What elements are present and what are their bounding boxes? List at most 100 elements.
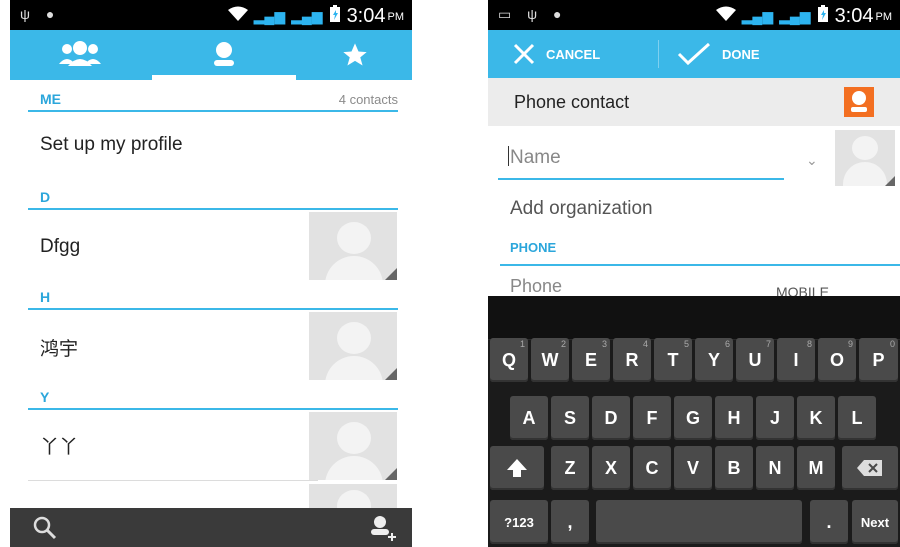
key-r[interactable]: R4: [613, 338, 651, 382]
wifi-icon: [715, 6, 736, 27]
tab-bar: [10, 30, 412, 80]
contacts-screen: ψ ● ▂▄▆ ▂▄▆ 3:04 PM ME 4 contacts Set up…: [10, 0, 412, 547]
wifi-icon: [227, 6, 248, 27]
key-v[interactable]: V: [674, 446, 712, 490]
close-icon: [513, 43, 535, 65]
key-q[interactable]: Q1: [490, 338, 528, 382]
key-o[interactable]: O9: [818, 338, 856, 382]
name-placeholder: Name: [510, 147, 561, 168]
done-label: DONE: [722, 46, 760, 62]
add-organization[interactable]: Add organization: [510, 198, 653, 220]
key-w[interactable]: W2: [531, 338, 569, 382]
tab-groups[interactable]: [10, 30, 150, 80]
comma-key[interactable]: ,: [551, 500, 589, 544]
shift-icon: [507, 459, 527, 477]
clock-ampm: PM: [875, 10, 893, 23]
avatar[interactable]: [309, 312, 397, 380]
avatar[interactable]: [309, 484, 397, 508]
person-icon: [214, 42, 234, 66]
next-key[interactable]: Next: [852, 500, 898, 544]
list-item-contact[interactable]: 丫丫: [40, 432, 78, 459]
section-letter: H: [40, 289, 51, 305]
symbols-key[interactable]: ?123: [490, 500, 548, 544]
section-header-d: D: [28, 186, 398, 210]
signal-2-icon: ▂▄▆: [291, 8, 323, 24]
status-bar: ▭ ψ ● ▂▄▆ ▂▄▆ 3:04 PM: [488, 0, 900, 30]
check-icon: [677, 42, 711, 66]
text-cursor: [508, 146, 509, 166]
signal-icon: ▂▄▆: [741, 8, 774, 24]
contact-account-icon: [844, 87, 874, 117]
expand-name-chevron-icon[interactable]: ⌄: [806, 152, 818, 169]
divider: [28, 480, 318, 481]
key-u[interactable]: U7: [736, 338, 774, 382]
key-y[interactable]: Y6: [695, 338, 733, 382]
key-d[interactable]: D: [592, 396, 630, 440]
phone-header-underline: [500, 264, 900, 266]
phone-input[interactable]: Phone: [510, 276, 562, 297]
name-underline: [498, 178, 784, 180]
shift-key[interactable]: [490, 446, 544, 490]
period-key[interactable]: .: [810, 500, 848, 544]
done-button[interactable]: DONE: [676, 30, 760, 78]
tab-favorites[interactable]: [298, 30, 412, 80]
key-x[interactable]: X: [592, 446, 630, 490]
star-icon: [343, 43, 367, 66]
edit-contact-screen: ▭ ψ ● ▂▄▆ ▂▄▆ 3:04 PM CANCEL DONE Phone …: [488, 0, 900, 547]
list-item-profile[interactable]: Set up my profile: [40, 134, 183, 156]
clock: 3:04: [346, 5, 386, 27]
notification-icons: ▭ ψ ●: [498, 6, 568, 22]
key-p[interactable]: P0: [859, 338, 898, 382]
keyboard: Q1 W2 E3 R4 T5 Y6 U7 I8 O9 P0 A S D F G …: [488, 296, 900, 547]
key-n[interactable]: N: [756, 446, 794, 490]
section-letter: Y: [40, 389, 50, 405]
list-item-contact[interactable]: 鸿宇: [40, 334, 78, 361]
signal-icon: ▂▄▆: [253, 8, 286, 24]
account-label: Phone contact: [514, 92, 630, 112]
key-g[interactable]: G: [674, 396, 712, 440]
avatar[interactable]: [309, 212, 397, 280]
bottom-bar: [10, 508, 412, 547]
contact-photo[interactable]: [835, 130, 895, 186]
key-s[interactable]: S: [551, 396, 589, 440]
backspace-icon: [857, 460, 882, 476]
key-a[interactable]: A: [510, 396, 548, 440]
space-bar[interactable]: [596, 500, 802, 544]
key-m[interactable]: M: [797, 446, 835, 490]
section-header-h: H: [28, 286, 398, 310]
clock-ampm: PM: [387, 10, 405, 23]
key-z[interactable]: Z: [551, 446, 589, 490]
key-b[interactable]: B: [715, 446, 753, 490]
name-input[interactable]: Name: [508, 146, 561, 169]
key-k[interactable]: K: [797, 396, 835, 440]
key-l[interactable]: L: [838, 396, 876, 440]
key-c[interactable]: C: [633, 446, 671, 490]
contact-list: ME 4 contacts Set up my profile D Dfgg H…: [10, 80, 412, 508]
key-i[interactable]: I8: [777, 338, 815, 382]
account-row: Phone contact: [488, 78, 900, 126]
cancel-button[interactable]: CANCEL: [512, 30, 600, 78]
section-header-me: ME 4 contacts: [28, 88, 398, 112]
avatar[interactable]: [309, 412, 397, 480]
suggestion-strip: [488, 296, 900, 340]
key-e[interactable]: E3: [572, 338, 610, 382]
battery-icon: [329, 5, 341, 28]
clock: 3:04: [834, 5, 874, 27]
key-f[interactable]: F: [633, 396, 671, 440]
battery-icon: [817, 5, 829, 28]
key-h[interactable]: H: [715, 396, 753, 440]
cancel-label: CANCEL: [546, 46, 601, 62]
search-icon[interactable]: [32, 515, 58, 541]
divider: [658, 40, 659, 68]
contact-form: Name ⌄ Add organization PHONE Phone MOBI…: [488, 126, 900, 300]
section-letter: ME: [40, 91, 61, 107]
key-j[interactable]: J: [756, 396, 794, 440]
contact-count: 4 contacts: [338, 92, 398, 107]
add-contact-icon[interactable]: [368, 513, 398, 543]
usb-icon: ψ ●: [20, 6, 61, 22]
phone-section-header: PHONE: [510, 240, 557, 255]
key-t[interactable]: T5: [654, 338, 692, 382]
backspace-key[interactable]: [842, 446, 898, 490]
tab-contacts[interactable]: [152, 30, 296, 80]
list-item-contact[interactable]: Dfgg: [40, 236, 80, 258]
